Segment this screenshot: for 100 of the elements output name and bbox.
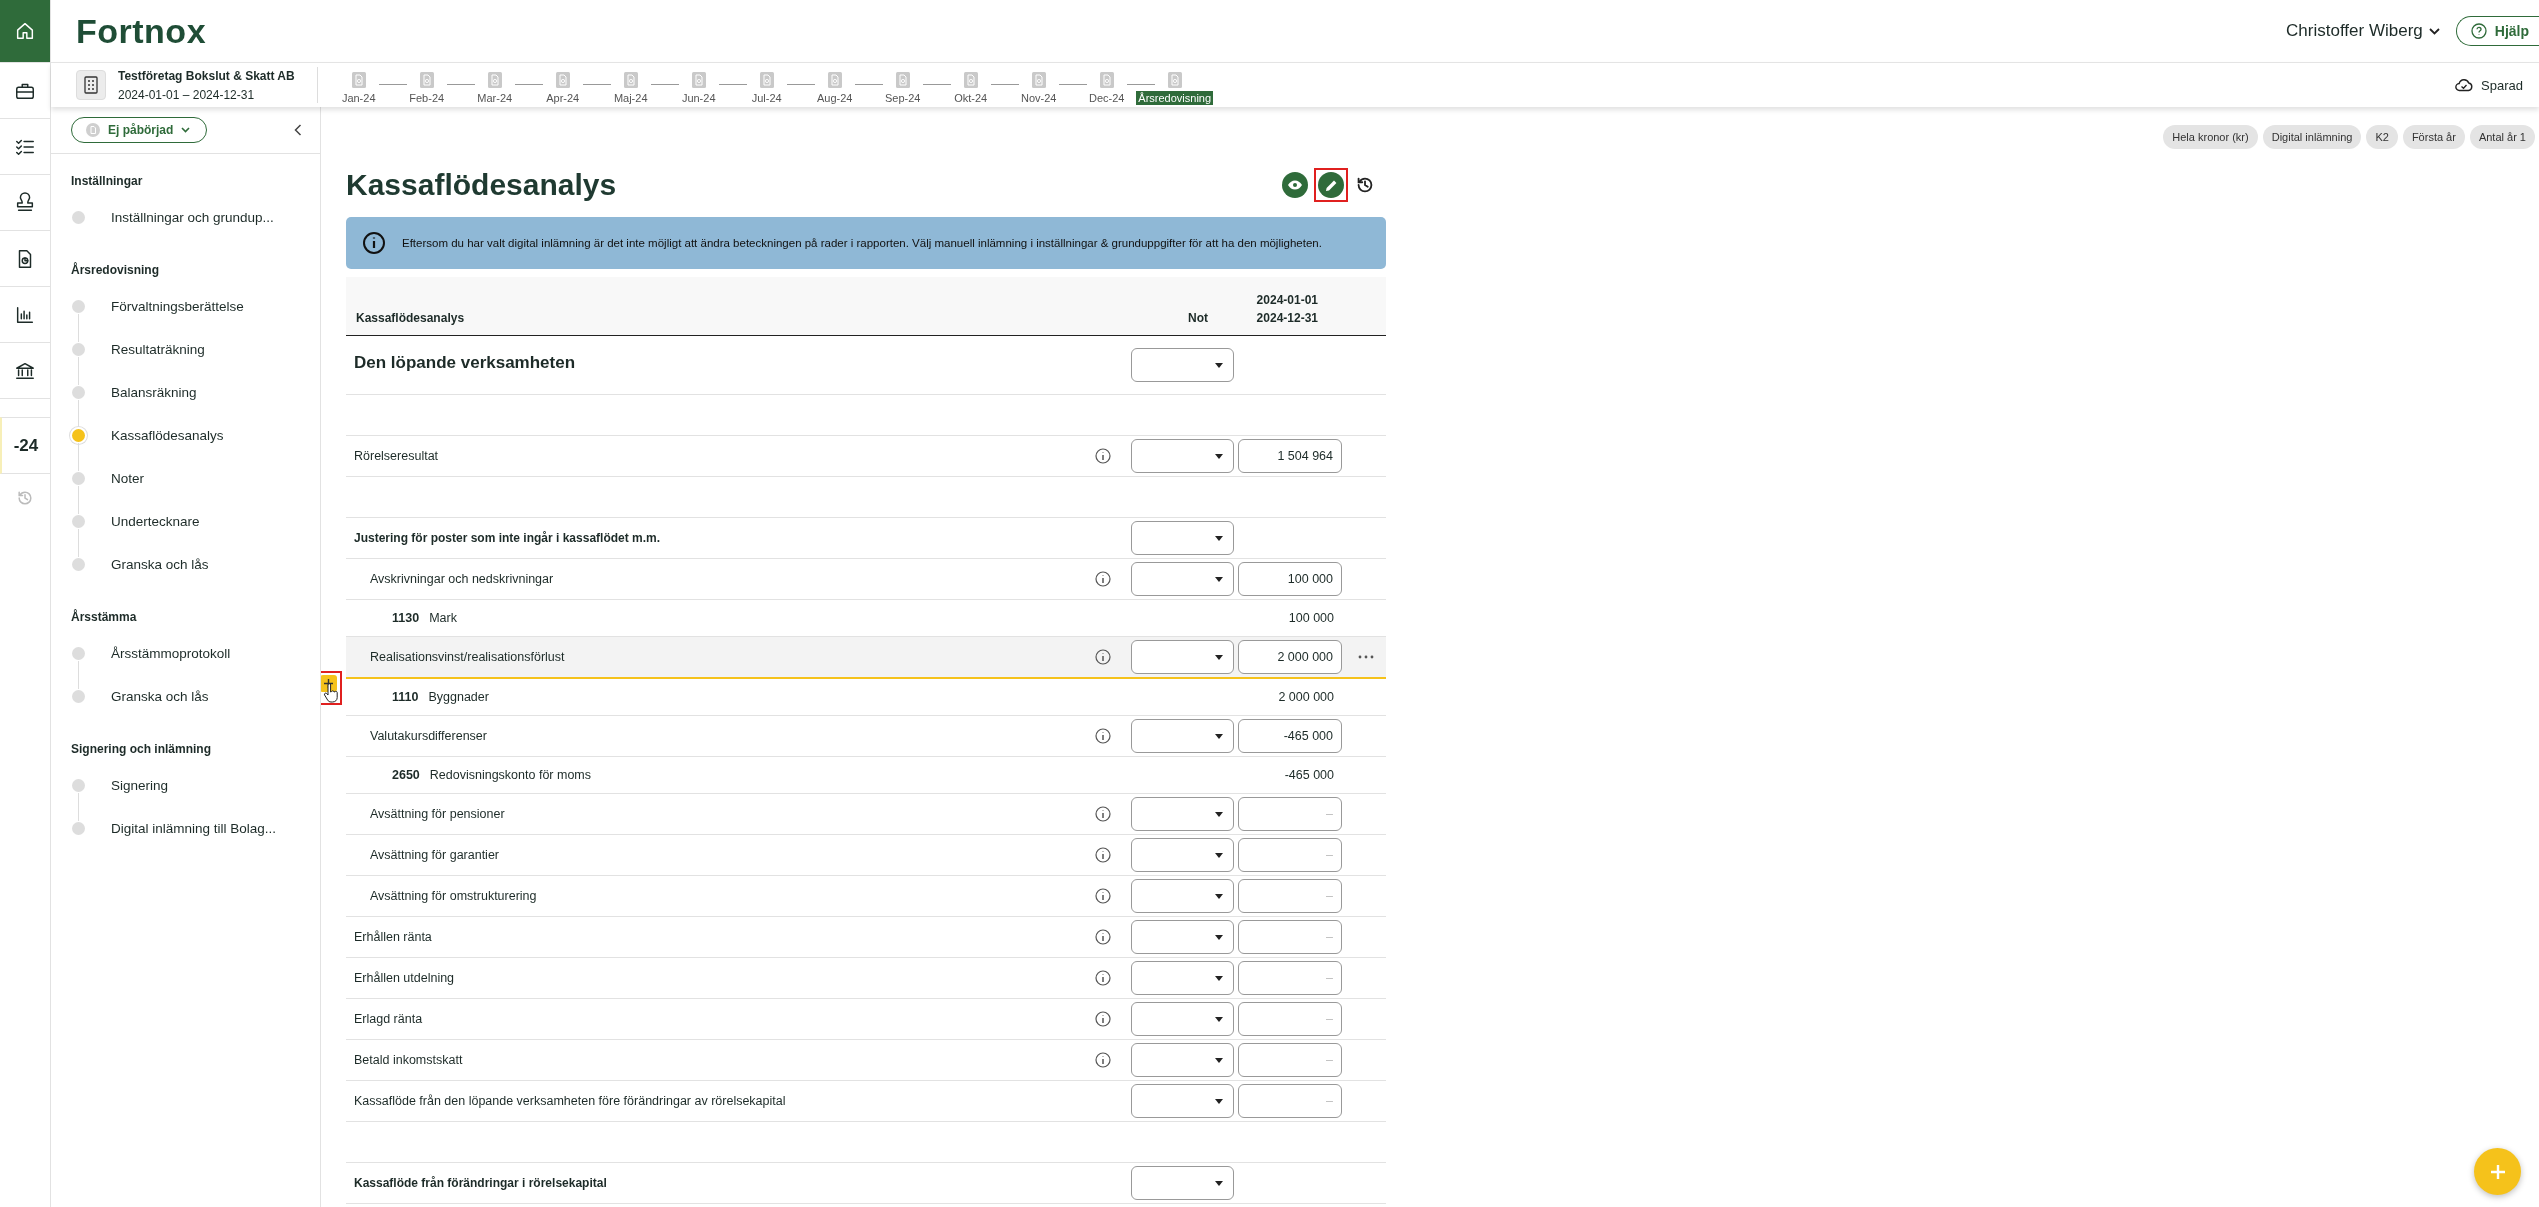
document-icon xyxy=(1167,71,1182,88)
row-label: Erlagd ränta xyxy=(353,1012,424,1026)
note-select[interactable] xyxy=(1131,1002,1234,1036)
amount-field[interactable]: – xyxy=(1238,1084,1342,1118)
row-label: Valutakursdifferenser xyxy=(369,729,488,743)
amount-field[interactable]: 100 000 xyxy=(1238,562,1342,596)
note-select[interactable] xyxy=(1131,719,1234,753)
setting-chip[interactable]: Hela kronor (kr) xyxy=(2163,125,2258,149)
eye-icon xyxy=(1287,180,1303,190)
note-select[interactable] xyxy=(1131,562,1234,596)
info-icon[interactable] xyxy=(1095,847,1111,863)
setting-chip[interactable]: K2 xyxy=(2366,125,2398,149)
note-select[interactable] xyxy=(1131,920,1234,954)
period-step[interactable]: Sep-24 xyxy=(882,90,923,105)
info-icon[interactable] xyxy=(1095,448,1111,464)
amount-field[interactable]: – xyxy=(1238,1002,1342,1036)
help-button[interactable]: Hjälp xyxy=(2455,16,2539,46)
note-select[interactable] xyxy=(1131,640,1234,674)
group-heading: Kassaflöde från förändringar i rörelsekapital xyxy=(353,1176,608,1190)
caret-icon xyxy=(1215,1098,1223,1104)
info-icon[interactable] xyxy=(1095,929,1111,945)
nav-item[interactable]: Noter xyxy=(111,471,144,486)
user-menu[interactable]: Christoffer Wiberg xyxy=(2286,21,2440,41)
period-step[interactable]: Maj-24 xyxy=(611,90,650,105)
amount-field[interactable]: – xyxy=(1238,879,1342,913)
document-icon xyxy=(895,71,910,88)
caret-icon xyxy=(1215,362,1223,368)
info-icon[interactable] xyxy=(1095,1052,1111,1068)
account-amount: 100 000 xyxy=(1287,611,1335,625)
document-icon xyxy=(555,71,570,88)
nav-item[interactable]: Årsstämmoprotokoll xyxy=(111,646,231,661)
info-icon xyxy=(362,231,386,255)
note-select[interactable] xyxy=(1131,439,1234,473)
note-select[interactable] xyxy=(1131,879,1234,913)
column-header: Not xyxy=(1187,311,1209,327)
nav-item[interactable]: Inställningar och grundup... xyxy=(111,210,274,225)
period-step[interactable]: Jul-24 xyxy=(749,90,784,105)
amount-field[interactable]: -465 000 xyxy=(1238,719,1342,753)
home-icon xyxy=(14,20,36,42)
note-select[interactable] xyxy=(1131,348,1234,382)
period-step[interactable]: Feb-24 xyxy=(407,90,447,105)
period-step[interactable]: Apr-24 xyxy=(544,90,582,105)
info-icon[interactable] xyxy=(1095,649,1111,665)
amount-field[interactable]: – xyxy=(1238,838,1342,872)
amount-field[interactable]: – xyxy=(1238,920,1342,954)
nav-item[interactable]: Digital inlämning till Bolag... xyxy=(111,821,277,836)
info-icon[interactable] xyxy=(1095,1011,1111,1027)
amount-field[interactable]: 1 504 964 xyxy=(1238,439,1342,473)
document-icon xyxy=(86,123,100,137)
year-tab[interactable]: -24 xyxy=(0,417,50,474)
note-select[interactable] xyxy=(1131,1166,1234,1200)
nav-item[interactable]: Signering xyxy=(111,778,169,793)
more-icon[interactable] xyxy=(1358,654,1374,660)
period-step[interactable]: Jun-24 xyxy=(679,90,718,105)
section-heading: Den löpande verksamheten xyxy=(353,353,577,374)
column-header: Kassaflödesanalys xyxy=(355,311,466,327)
setting-chip[interactable]: Digital inlämning xyxy=(2262,125,2362,149)
setting-chip[interactable]: Första år xyxy=(2402,125,2465,149)
note-select[interactable] xyxy=(1131,838,1234,872)
period-step[interactable]: Aug-24 xyxy=(814,90,855,105)
period-step[interactable]: Årsredovisning xyxy=(1136,90,1214,105)
setting-chip[interactable]: Antal år 1 xyxy=(2469,125,2535,149)
status-dropdown[interactable]: Ej påbörjad xyxy=(71,117,208,143)
nav-item[interactable]: Resultaträkning xyxy=(111,342,205,357)
info-icon[interactable] xyxy=(1095,728,1111,744)
period-start: 2024-01-01 xyxy=(1255,292,1318,309)
period-step[interactable]: Nov-24 xyxy=(1018,90,1059,105)
nav-item[interactable]: Granska och lås xyxy=(111,557,209,572)
nav-item[interactable]: Granska och lås xyxy=(111,689,209,704)
amount-field[interactable]: – xyxy=(1238,961,1342,995)
period-step[interactable]: Mar-24 xyxy=(475,90,515,105)
document-icon xyxy=(1031,71,1046,88)
info-icon[interactable] xyxy=(1095,571,1111,587)
save-status: Sparad xyxy=(2481,77,2523,93)
period-step[interactable]: Okt-24 xyxy=(952,90,990,105)
amount-field[interactable]: – xyxy=(1238,1043,1342,1077)
amount-field[interactable]: – xyxy=(1238,797,1342,831)
amount-field[interactable]: 2 000 000 xyxy=(1238,640,1342,674)
caret-icon xyxy=(1215,893,1223,899)
logo[interactable]: Fortnox xyxy=(76,11,207,51)
group-heading: Justering för poster som inte ingår i kassaflödet m.m. xyxy=(353,531,662,545)
nav-item[interactable]: Kassaflödesanalys xyxy=(111,428,224,443)
info-icon[interactable] xyxy=(1095,806,1111,822)
page-title: Kassaflödesanalys xyxy=(346,168,617,202)
collapse-icon[interactable] xyxy=(294,124,302,136)
info-icon[interactable] xyxy=(1095,970,1111,986)
caret-icon xyxy=(1215,811,1223,817)
note-select[interactable] xyxy=(1131,797,1234,831)
note-select[interactable] xyxy=(1131,521,1234,555)
preview-button[interactable] xyxy=(1282,172,1308,198)
nav-item[interactable]: Undertecknare xyxy=(111,514,200,529)
caret-icon xyxy=(1215,576,1223,582)
note-select[interactable] xyxy=(1131,1043,1234,1077)
period-step[interactable]: Jan-24 xyxy=(339,90,378,105)
note-select[interactable] xyxy=(1131,1084,1234,1118)
nav-item[interactable]: Förvaltningsberättelse xyxy=(111,299,244,314)
period-step[interactable]: Dec-24 xyxy=(1086,90,1127,105)
note-select[interactable] xyxy=(1131,961,1234,995)
nav-item[interactable]: Balansräkning xyxy=(111,385,197,400)
info-icon[interactable] xyxy=(1095,888,1111,904)
